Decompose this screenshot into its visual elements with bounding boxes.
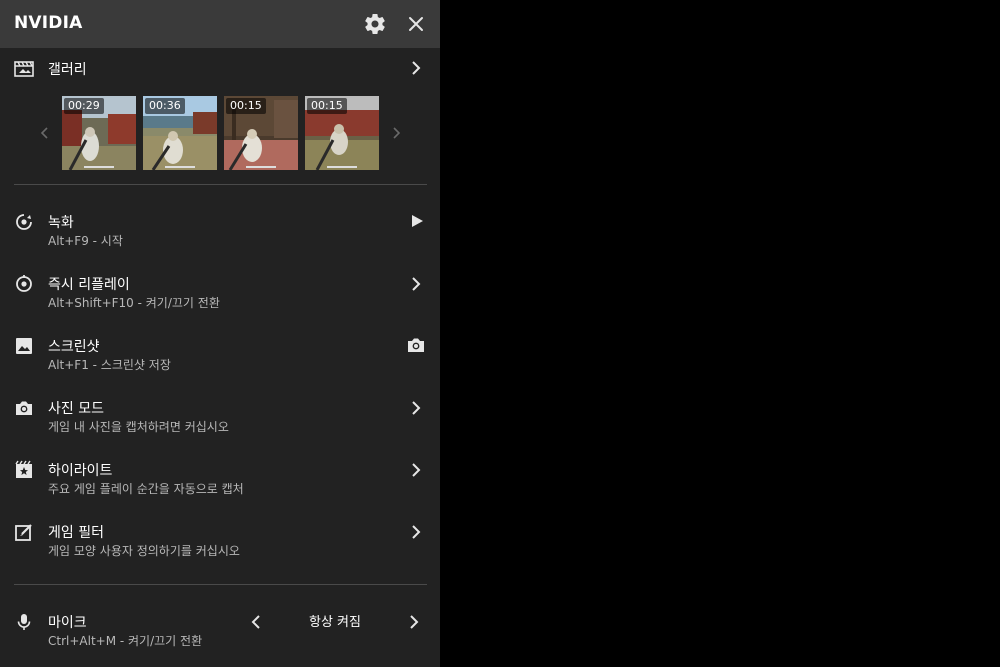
record-shortcut: Alt+F9 - 시작: [48, 234, 123, 248]
screenshot-shortcut: Alt+F1 - 스크린샷 저장: [48, 358, 171, 372]
microphone-icon: [14, 612, 34, 632]
gear-icon: [365, 14, 385, 34]
game-filter-description: 게임 모양 사용자 정의하기를 커십시오: [48, 544, 240, 558]
gallery-thumbnails: 00:29 00:36 00:15 00:15: [0, 96, 440, 170]
photo-mode-item[interactable]: 사진 모드 게임 내 사진을 캡처하려면 커십시오: [0, 390, 440, 446]
gallery-thumbnail[interactable]: 00:29: [62, 96, 136, 170]
clip-duration: 00:36: [145, 98, 185, 114]
overlay-header: NVIDIA: [0, 0, 440, 48]
microphone-shortcut: Ctrl+Alt+M - 켜기/끄기 전환: [48, 634, 203, 648]
record-title: 녹화: [48, 215, 74, 231]
chevron-right-icon: [408, 462, 424, 478]
gallery-film-icon: [14, 58, 34, 78]
close-icon: [409, 17, 423, 31]
filter-icon: [14, 522, 34, 542]
record-item[interactable]: 녹화 Alt+F9 - 시작: [0, 204, 440, 260]
camera-icon: [14, 398, 34, 418]
highlights-item[interactable]: 하이라이트 주요 게임 플레이 순간을 자동으로 캡처: [0, 452, 440, 508]
share-overlay-panel: NVIDIA 갤러리 00:29 00:36 00:15 00:15 녹화 Al…: [0, 0, 440, 667]
game-filter-title: 게임 필터: [48, 525, 104, 541]
instant-replay-shortcut: Alt+Shift+F10 - 켜기/끄기 전환: [48, 296, 220, 310]
carousel-next-button[interactable]: [389, 125, 403, 141]
record-icon: [14, 212, 34, 232]
screenshot-title: 스크린샷: [48, 339, 100, 355]
instant-replay-title: 즉시 리플레이: [48, 277, 130, 293]
chevron-right-icon: [410, 615, 419, 629]
chevron-right-icon: [408, 400, 424, 416]
close-button[interactable]: [404, 12, 428, 36]
photo-mode-title: 사진 모드: [48, 401, 104, 417]
instant-replay-item[interactable]: 즉시 리플레이 Alt+Shift+F10 - 켜기/끄기 전환: [0, 266, 440, 322]
settings-button[interactable]: [363, 12, 387, 36]
microphone-mode-value: 항상 켜짐: [309, 615, 361, 630]
highlights-description: 주요 게임 플레이 순간을 자동으로 캡처: [48, 482, 244, 496]
clip-duration: 00:29: [64, 98, 104, 114]
instant-replay-icon: [14, 274, 34, 294]
chevron-right-icon: [393, 127, 401, 139]
divider: [14, 184, 427, 185]
chevron-left-icon: [251, 615, 260, 629]
chevron-right-icon: [408, 60, 424, 76]
microphone-title: 마이크: [48, 615, 87, 631]
gallery-thumbnail[interactable]: 00:36: [143, 96, 217, 170]
chevron-right-icon: [408, 276, 424, 292]
chevron-right-icon: [408, 524, 424, 540]
gallery-thumbnail[interactable]: 00:15: [224, 96, 298, 170]
gallery-thumbnail[interactable]: 00:15: [305, 96, 379, 170]
clip-duration: 00:15: [307, 98, 347, 114]
mic-mode-prev-button[interactable]: [248, 614, 264, 630]
photo-mode-description: 게임 내 사진을 캡처하려면 커십시오: [48, 420, 229, 434]
mic-mode-next-button[interactable]: [406, 614, 422, 630]
image-icon: [14, 336, 34, 356]
highlights-icon: [14, 460, 34, 480]
gallery-title: 갤러리: [48, 62, 87, 78]
screenshot-item[interactable]: 스크린샷 Alt+F1 - 스크린샷 저장: [0, 328, 440, 384]
divider: [14, 584, 427, 585]
gallery-row[interactable]: 갤러리: [0, 48, 440, 88]
play-icon: [409, 213, 425, 229]
game-filter-item[interactable]: 게임 필터 게임 모양 사용자 정의하기를 커십시오: [0, 514, 440, 570]
clip-duration: 00:15: [226, 98, 266, 114]
camera-icon[interactable]: [406, 335, 426, 355]
highlights-title: 하이라이트: [48, 463, 113, 479]
brand-title: NVIDIA: [14, 13, 83, 33]
